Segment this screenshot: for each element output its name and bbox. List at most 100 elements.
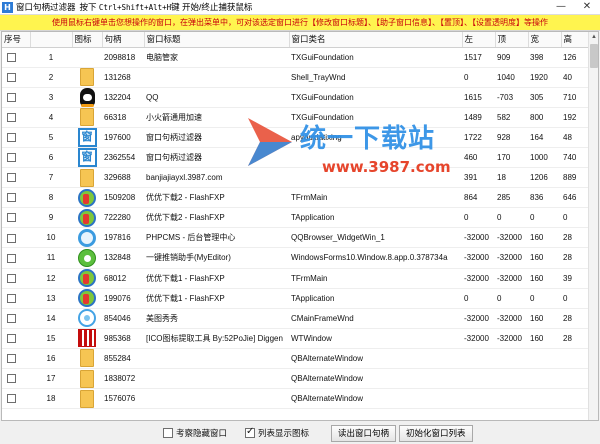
column-header[interactable]: 窗口类名	[289, 32, 463, 48]
table-row[interactable]: 11 132848 一键推销助手(MyEditor) WindowsForms10.W…	[2, 247, 590, 269]
column-header[interactable]: 左	[462, 32, 496, 48]
row-checkbox[interactable]	[7, 72, 16, 82]
table-row[interactable]: 13 199076 优优下载1 - FlashFXP TApplication 0 0 0 0	[2, 288, 590, 309]
cell-w: 1000	[528, 147, 561, 169]
row-checkbox-cell[interactable]	[2, 87, 30, 108]
row-checkbox[interactable]	[7, 213, 16, 223]
scroll-thumb[interactable]	[590, 44, 598, 68]
cell-top: -32000	[495, 247, 528, 269]
column-header[interactable]: 高	[561, 32, 591, 48]
row-checkbox-cell[interactable]	[2, 207, 30, 229]
close-button[interactable]: ✕	[574, 0, 600, 15]
cell-left: 1489	[462, 107, 495, 128]
table-row[interactable]: 8 1509208 优优下载2 - FlashFXP TFrmMain 864 285 83…	[2, 187, 590, 209]
row-checkbox-cell[interactable]	[2, 187, 30, 209]
table-row[interactable]: 17 1838072 QBAlternateWindow	[2, 368, 590, 390]
cell-cls: TApplication	[289, 288, 462, 309]
init-list-button[interactable]: 初始化窗口列表	[399, 424, 473, 442]
table-row[interactable]: 9 722280 优优下载2 - FlashFXP TApplication 0 0 0 0	[2, 207, 590, 229]
column-header[interactable]: 顶	[495, 32, 529, 48]
row-checkbox[interactable]	[7, 133, 16, 143]
table-row[interactable]: 14 854046 美图秀秀 CMainFrameWnd -32000 -32000 160…	[2, 308, 590, 329]
row-icon-cell	[72, 227, 102, 249]
row-checkbox-cell[interactable]	[2, 268, 30, 289]
cell-h: 28	[561, 308, 590, 329]
row-checkbox[interactable]	[7, 374, 16, 384]
column-header[interactable]: 宽	[528, 32, 562, 48]
cell-cls: TXGuiFoundation	[289, 47, 462, 68]
cell-left: 1722	[462, 127, 495, 148]
row-checkbox[interactable]	[7, 153, 16, 163]
cell-w: 160	[528, 247, 561, 269]
table-row[interactable]: 5 窗 197600 窗口句柄过滤器 apyouxiatixing 1722 928 164 4…	[2, 127, 590, 148]
column-header[interactable]: 句柄	[102, 32, 145, 48]
cell-top: 582	[495, 107, 528, 128]
row-checkbox-cell[interactable]	[2, 288, 30, 309]
column-header[interactable]: 图标	[72, 32, 103, 48]
table-row[interactable]: 3 132204 QQ TXGuiFoundation 1615 -703 305 710	[2, 87, 590, 108]
table-row[interactable]: 18 1576076 QBAlternateWindow	[2, 388, 590, 410]
cell-top: 170	[495, 147, 528, 169]
minimize-button[interactable]: —	[548, 0, 574, 15]
column-header[interactable]	[30, 32, 73, 48]
row-icon-cell	[72, 388, 102, 410]
cell-title: 窗口句柄过滤器	[144, 147, 289, 169]
window-list[interactable]: 序号 图标 句柄 窗口标题 窗口类名左顶宽高 1 2098818 电脑管家 TXGuiFoun…	[1, 31, 599, 421]
table-row[interactable]: 6 窗 2362554 窗口句柄过滤器 460 170 1000 740	[2, 147, 590, 169]
row-checkbox-cell[interactable]	[2, 127, 30, 148]
row-checkbox-cell[interactable]	[2, 167, 30, 189]
row-checkbox-cell[interactable]	[2, 247, 30, 269]
row-checkbox-cell[interactable]	[2, 348, 30, 370]
row-checkbox-cell[interactable]	[2, 47, 30, 68]
list-icons-checkbox[interactable]: 列表显示图标	[245, 426, 309, 439]
row-checkbox[interactable]	[7, 193, 16, 203]
column-header[interactable]: 序号	[2, 32, 31, 48]
row-checkbox[interactable]	[7, 354, 16, 364]
cell-left: 460	[462, 147, 495, 169]
table-row[interactable]: 4 66318 小火箭通用加速 TXGuiFoundation 1489 582 800 19…	[2, 107, 590, 128]
scroll-up-icon[interactable]: ▲	[589, 32, 598, 42]
fxp-icon	[78, 289, 96, 308]
cell-w: 0	[528, 288, 561, 309]
cell-top: 0	[495, 288, 528, 309]
table-row[interactable]: 15 985368 [ICO图标提取工具 By:52PoJie] Diggen WTW…	[2, 328, 590, 349]
table-row[interactable]: 7 329688 banjiajiayxl.3987.com 391 18 1206 889	[2, 167, 590, 189]
show-hidden-box[interactable]	[163, 428, 173, 438]
row-index: 17	[30, 368, 72, 390]
cell-w: 800	[528, 107, 561, 128]
row-checkbox[interactable]	[7, 273, 16, 283]
row-checkbox[interactable]	[7, 173, 16, 183]
row-checkbox[interactable]	[7, 92, 16, 102]
row-index: 8	[30, 187, 72, 209]
row-checkbox[interactable]	[7, 293, 16, 303]
row-checkbox-cell[interactable]	[2, 308, 30, 329]
read-handle-button[interactable]: 读出窗口句柄	[331, 424, 397, 442]
row-checkbox-cell[interactable]	[2, 107, 30, 128]
row-checkbox[interactable]	[7, 313, 16, 323]
show-hidden-label: 考察隐藏窗口	[176, 428, 228, 438]
row-checkbox-cell[interactable]	[2, 67, 30, 88]
table-header: 序号 图标 句柄 窗口标题 窗口类名左顶宽高	[2, 32, 591, 48]
row-checkbox[interactable]	[7, 233, 16, 243]
column-header[interactable]: 窗口标题	[144, 32, 290, 48]
table-row[interactable]: 10 197816 PHPCMS - 后台管理中心 QQBrowser_WidgetW…	[2, 227, 590, 249]
cell-h: 740	[561, 147, 590, 169]
table-row[interactable]: 12 68012 优优下载1 - FlashFXP TFrmMain -32000 -32…	[2, 268, 590, 289]
vertical-scrollbar[interactable]: ▲	[588, 32, 598, 420]
row-checkbox[interactable]	[7, 334, 16, 344]
row-checkbox-cell[interactable]	[2, 368, 30, 390]
row-checkbox-cell[interactable]	[2, 147, 30, 169]
table-row[interactable]: 16 855284 QBAlternateWindow	[2, 348, 590, 370]
row-checkbox[interactable]	[7, 394, 16, 404]
row-checkbox[interactable]	[7, 253, 16, 263]
row-checkbox[interactable]	[7, 113, 16, 123]
row-checkbox-cell[interactable]	[2, 388, 30, 410]
show-hidden-checkbox[interactable]: 考察隐藏窗口	[163, 427, 227, 439]
row-checkbox[interactable]	[7, 52, 16, 62]
table-row[interactable]: 2 131268 Shell_TrayWnd 0 1040 1920 40	[2, 67, 590, 88]
list-icons-box[interactable]	[245, 426, 256, 438]
row-checkbox-cell[interactable]	[2, 328, 30, 349]
row-checkbox-cell[interactable]	[2, 227, 30, 249]
table-row[interactable]: 1 2098818 电脑管家 TXGuiFoundation 1517 909 398 126	[2, 47, 590, 68]
row-index: 2	[30, 67, 72, 88]
